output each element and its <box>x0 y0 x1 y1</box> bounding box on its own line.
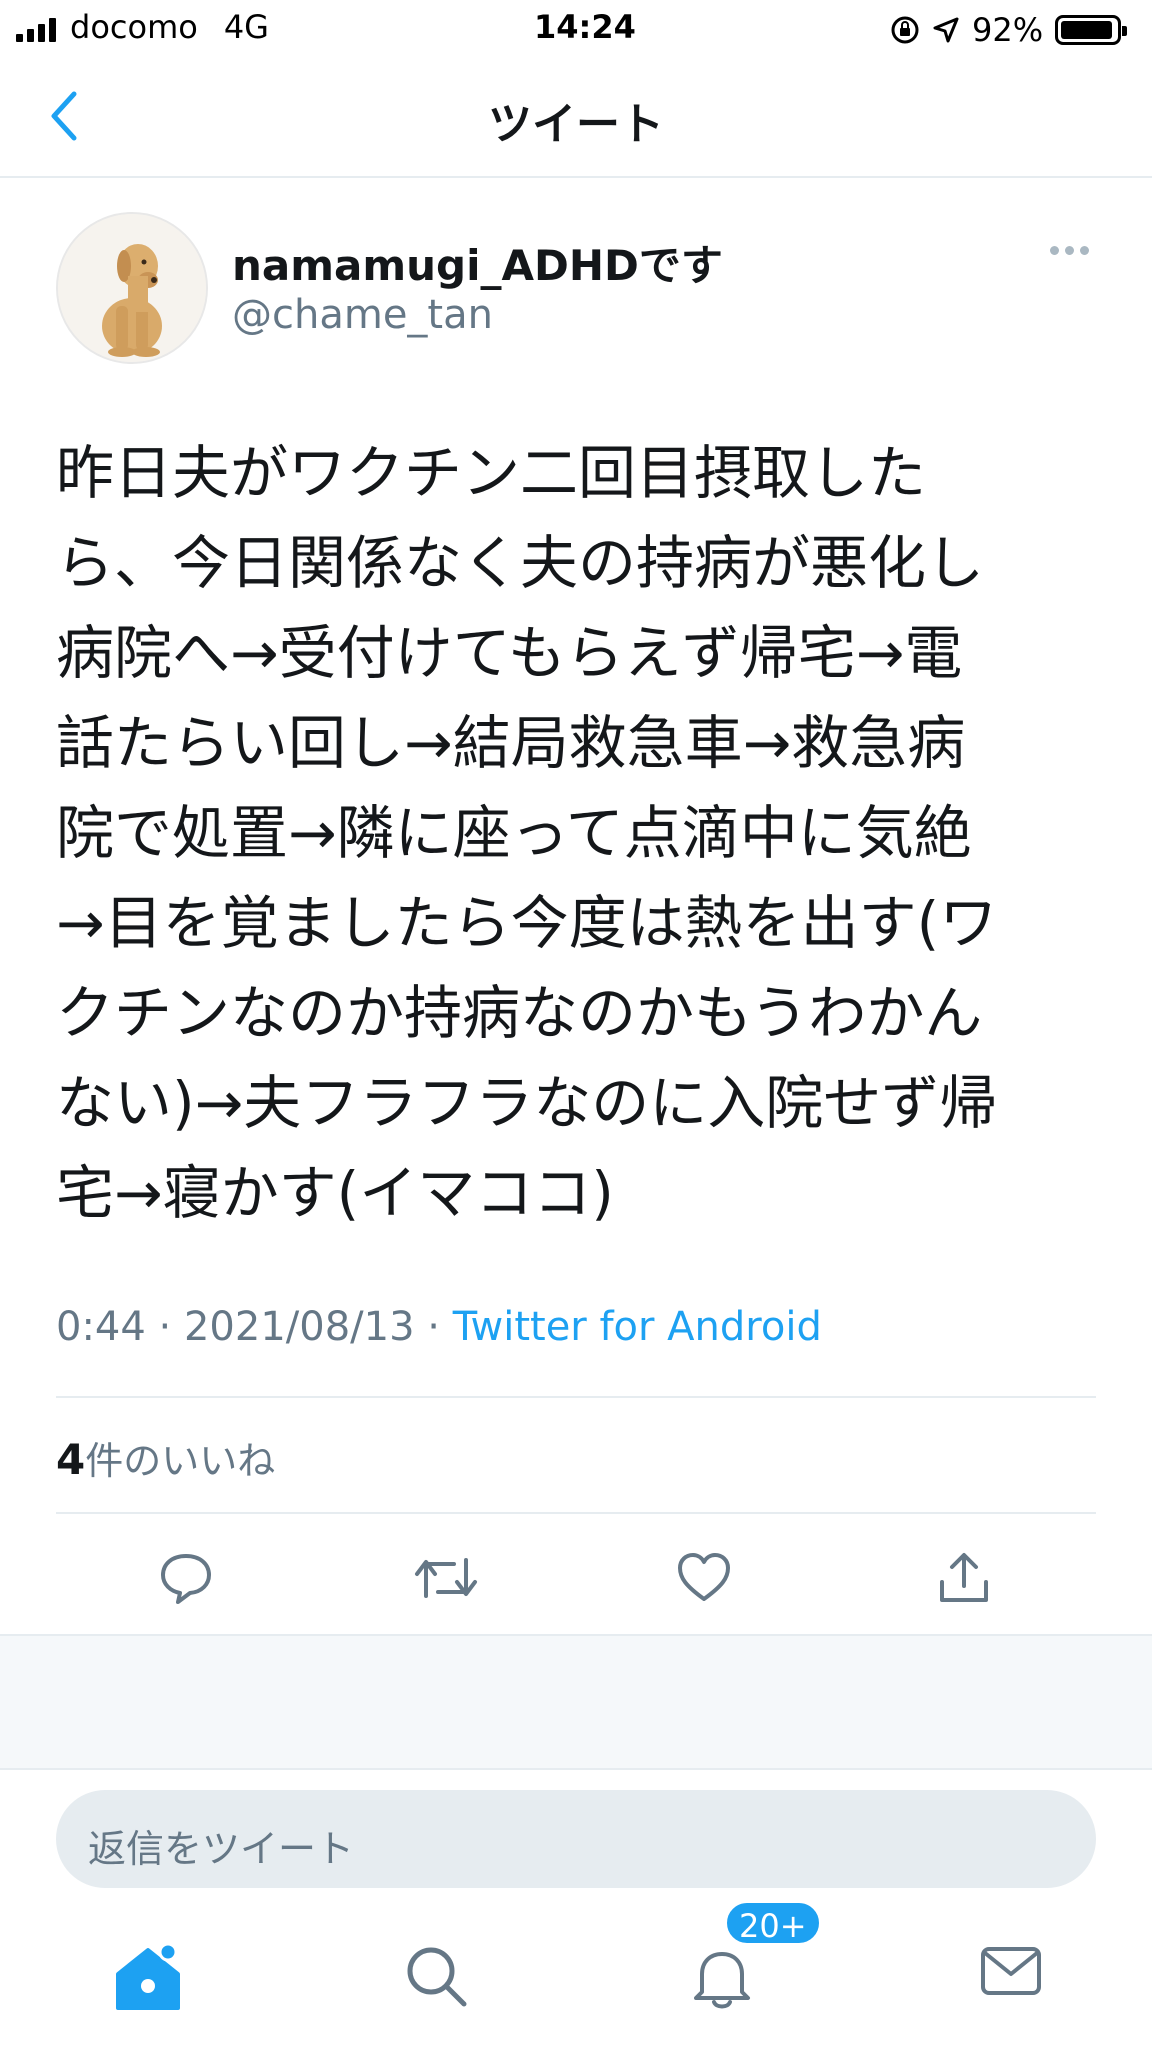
likes-summary[interactable]: 4件のいいね <box>56 1430 275 1485</box>
reply-button[interactable] <box>158 1550 214 1610</box>
orientation-lock-icon <box>891 16 919 44</box>
signal-icon <box>16 18 56 42</box>
tweet-text: 昨日夫がワクチン二回目摂取した ら、今日関係なく夫の持病が悪化し 病院へ→受付け… <box>56 439 998 1227</box>
messages-icon <box>981 1947 1041 1995</box>
likes-count: 4 <box>56 1435 86 1484</box>
tab-search[interactable] <box>404 1944 468 2012</box>
reply-icon <box>161 1554 211 1604</box>
network-label: 4G <box>223 8 269 46</box>
divider <box>0 176 1152 178</box>
page-title: ツイート <box>488 99 664 150</box>
retweet-icon <box>415 1558 477 1598</box>
likes-label: 件のいいね <box>85 1439 276 1483</box>
clock: 14:24 <box>534 8 636 46</box>
carrier-label: docomo <box>70 8 198 46</box>
tab-messages[interactable] <box>980 1944 1042 2002</box>
meta-separator: · <box>145 1304 184 1350</box>
display-name[interactable]: namamugi_ADHDです <box>232 232 723 293</box>
battery-icon <box>1055 15 1128 45</box>
status-bar: docomo 4G 14:24 92% <box>0 0 1152 60</box>
meta-separator: · <box>414 1304 453 1350</box>
divider <box>0 1768 1152 1770</box>
tab-notifications[interactable] <box>690 1944 754 2014</box>
divider <box>56 1512 1096 1514</box>
divider <box>56 1396 1096 1398</box>
share-icon <box>940 1553 988 1602</box>
retweet-button[interactable] <box>414 1550 478 1610</box>
avatar[interactable] <box>56 212 208 364</box>
tweet-date: 2021/08/13 <box>183 1304 415 1350</box>
dog-avatar-image <box>58 214 206 362</box>
like-button[interactable] <box>676 1550 732 1610</box>
tab-home[interactable] <box>112 1942 184 2016</box>
status-right: 92% <box>890 11 1128 49</box>
location-icon <box>933 17 959 43</box>
more-icon[interactable] <box>1050 246 1089 255</box>
search-icon <box>407 1947 467 2007</box>
user-handle[interactable]: @chame_tan <box>232 292 493 338</box>
tweet-time: 0:44 <box>56 1304 146 1350</box>
battery-percent: 92% <box>972 11 1044 49</box>
home-icon <box>116 1942 180 2010</box>
like-icon <box>678 1553 730 1601</box>
share-button[interactable] <box>936 1550 992 1610</box>
reply-placeholder: 返信をツイート <box>88 1827 355 1871</box>
tweet-meta: 0:44 · 2021/08/13 · Twitter for Android <box>56 1304 822 1350</box>
section-spacer <box>0 1636 1152 1768</box>
notifications-icon <box>694 1952 750 2009</box>
carrier-network: docomo 4G <box>70 8 269 46</box>
tweet-source-link[interactable]: Twitter for Android <box>453 1304 822 1350</box>
notification-badge: 20+ <box>724 1900 822 1946</box>
